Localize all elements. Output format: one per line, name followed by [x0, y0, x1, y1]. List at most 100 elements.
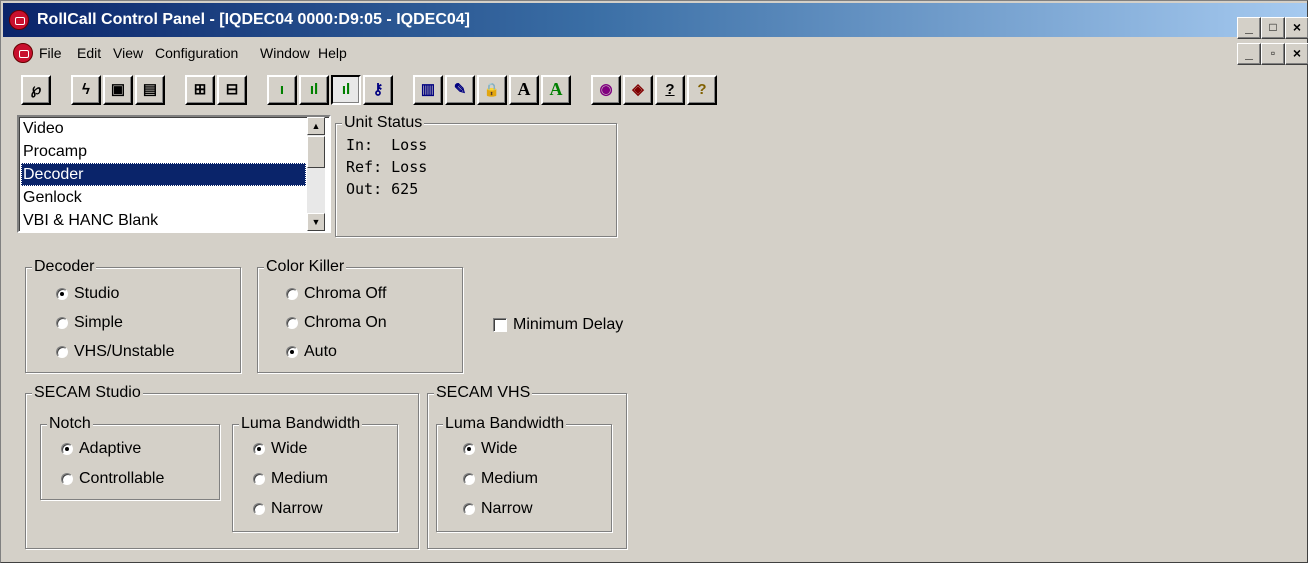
radio-chroma-on[interactable]: Chroma On [286, 311, 387, 335]
radio-label: Chroma On [304, 314, 387, 331]
menu-edit[interactable]: Edit [77, 39, 101, 67]
save-icon[interactable]: ▣ [103, 75, 133, 105]
radio-label: Narrow [481, 500, 533, 517]
radio-studio[interactable]: Studio [56, 282, 119, 306]
scroll-down-icon[interactable]: ▼ [307, 213, 325, 231]
list-item[interactable]: VBI & HANC Blank [21, 209, 306, 232]
radio-studio-medium[interactable]: Medium [253, 467, 328, 491]
mdi-close-button[interactable]: × [1285, 43, 1308, 65]
radio-studio-narrow[interactable]: Narrow [253, 497, 323, 521]
radio-simple[interactable]: Simple [56, 311, 123, 335]
radio-label: Medium [271, 470, 328, 487]
radio-unselected-icon [61, 473, 73, 485]
close-button[interactable]: × [1285, 17, 1308, 39]
help-index-icon[interactable]: ? [655, 75, 685, 105]
edit-icon[interactable]: ✎ [445, 75, 475, 105]
notch-title: Notch [47, 414, 93, 434]
section-listbox[interactable]: Video Procamp Decoder Genlock VBI & HANC… [17, 115, 331, 233]
toolbar: ℘ ϟ ▣ ▤ ⊞ ⊟ ı ıl ıl ⚷ ▥ ✎ 🔒 A A ◉ ◈ ? ? [3, 69, 1307, 109]
maximize-button[interactable]: □ [1261, 17, 1285, 39]
radio-label: Narrow [271, 500, 323, 517]
studio-luma-title: Luma Bandwidth [239, 414, 363, 434]
radio-selected-icon [463, 443, 475, 455]
secam-vhs-title: SECAM VHS [434, 383, 533, 403]
menu-help[interactable]: Help [318, 39, 347, 67]
radio-label: VHS/Unstable [74, 343, 175, 360]
minimize-button[interactable]: _ [1237, 17, 1261, 39]
search-globe-icon[interactable]: ◉ [591, 75, 621, 105]
radio-label: Chroma Off [304, 285, 387, 302]
radio-unselected-icon [253, 473, 265, 485]
radio-controllable[interactable]: Controllable [61, 467, 164, 491]
mdi-restore-button[interactable]: ▫ [1261, 43, 1285, 65]
save-all-icon[interactable]: ▤ [135, 75, 165, 105]
title-bar[interactable]: RollCall Control Panel - [IQDEC04 0000:D… [3, 3, 1307, 37]
radio-auto[interactable]: Auto [286, 340, 337, 364]
radio-vhs-narrow[interactable]: Narrow [463, 497, 533, 521]
minimum-delay-checkbox[interactable]: Minimum Delay [493, 313, 623, 337]
secam-studio-title: SECAM Studio [32, 383, 143, 403]
connect-icon[interactable]: ℘ [21, 75, 51, 105]
font-green-icon[interactable]: A [541, 75, 571, 105]
radio-selected-icon [56, 288, 68, 300]
radio-label: Wide [271, 440, 308, 457]
radio-unselected-icon [286, 288, 298, 300]
radio-studio-wide[interactable]: Wide [253, 437, 307, 461]
level-medium-icon[interactable]: ıl [299, 75, 329, 105]
radio-vhs-wide[interactable]: Wide [463, 437, 517, 461]
radio-chroma-off[interactable]: Chroma Off [286, 282, 386, 306]
rollcall-app-icon[interactable] [9, 10, 29, 30]
radio-adaptive[interactable]: Adaptive [61, 437, 141, 461]
status-ref: Ref: Loss [346, 158, 428, 176]
radio-unselected-icon [286, 317, 298, 329]
listbox-scrollbar[interactable]: ▲ ▼ [307, 117, 325, 231]
studio-luma-group: Luma Bandwidth Wide Medium Narrow [232, 414, 398, 532]
menu-window[interactable]: Window [260, 39, 310, 67]
radio-unselected-icon [56, 346, 68, 358]
radio-unselected-icon [253, 503, 265, 515]
radio-unselected-icon [463, 503, 475, 515]
menu-view[interactable]: View [113, 39, 143, 67]
list-item[interactable]: Procamp [21, 140, 306, 163]
checkbox-label: Minimum Delay [513, 316, 624, 333]
font-black-icon[interactable]: A [509, 75, 539, 105]
lock-icon[interactable]: 🔒 [477, 75, 507, 105]
scroll-thumb[interactable] [307, 136, 325, 168]
unit-status-title: Unit Status [342, 113, 425, 133]
help-icon[interactable]: ? [687, 75, 717, 105]
list-item[interactable]: Video [21, 117, 306, 140]
vhs-luma-title: Luma Bandwidth [443, 414, 567, 434]
color-killer-group: Color Killer Chroma Off Chroma On Auto [257, 257, 463, 373]
mdi-minimize-button[interactable]: _ [1237, 43, 1261, 65]
radio-label: Auto [304, 343, 337, 360]
radio-label: Adaptive [79, 440, 142, 457]
unit-status-group: Unit Status In: Loss Ref: Loss Out: 625 [335, 113, 617, 237]
radio-vhs-medium[interactable]: Medium [463, 467, 538, 491]
lightning-icon[interactable]: ϟ [71, 75, 101, 105]
menu-bar: File Edit View Configuration Window Help [3, 39, 1307, 67]
list-item[interactable]: Decoder [21, 163, 306, 186]
menu-configuration[interactable]: Configuration [155, 39, 238, 67]
app-window: RollCall Control Panel - [IQDEC04 0000:D… [0, 0, 1308, 563]
list-item[interactable]: Genlock [21, 186, 306, 209]
document-icon[interactable] [13, 43, 33, 63]
radio-label: Medium [481, 470, 538, 487]
key-icon[interactable]: ⚷ [363, 75, 393, 105]
decoder-title: Decoder [32, 257, 97, 277]
radio-vhs-unstable[interactable]: VHS/Unstable [56, 340, 175, 364]
book-icon[interactable]: ▥ [413, 75, 443, 105]
level-low-icon[interactable]: ı [267, 75, 297, 105]
level-high-icon[interactable]: ıl [331, 75, 361, 105]
radio-label: Controllable [79, 470, 165, 487]
page-icon[interactable]: ⊟ [217, 75, 247, 105]
disk-icon[interactable]: ◈ [623, 75, 653, 105]
scroll-up-icon[interactable]: ▲ [307, 117, 325, 135]
secam-studio-group: SECAM Studio Notch Adaptive Controllable… [25, 383, 419, 549]
radio-unselected-icon [56, 317, 68, 329]
radio-selected-icon [286, 346, 298, 358]
network-icon[interactable]: ⊞ [185, 75, 215, 105]
radio-unselected-icon [463, 473, 475, 485]
menu-file[interactable]: File [39, 39, 62, 67]
status-in: In: Loss [346, 136, 428, 154]
status-out: Out: 625 [346, 180, 419, 198]
